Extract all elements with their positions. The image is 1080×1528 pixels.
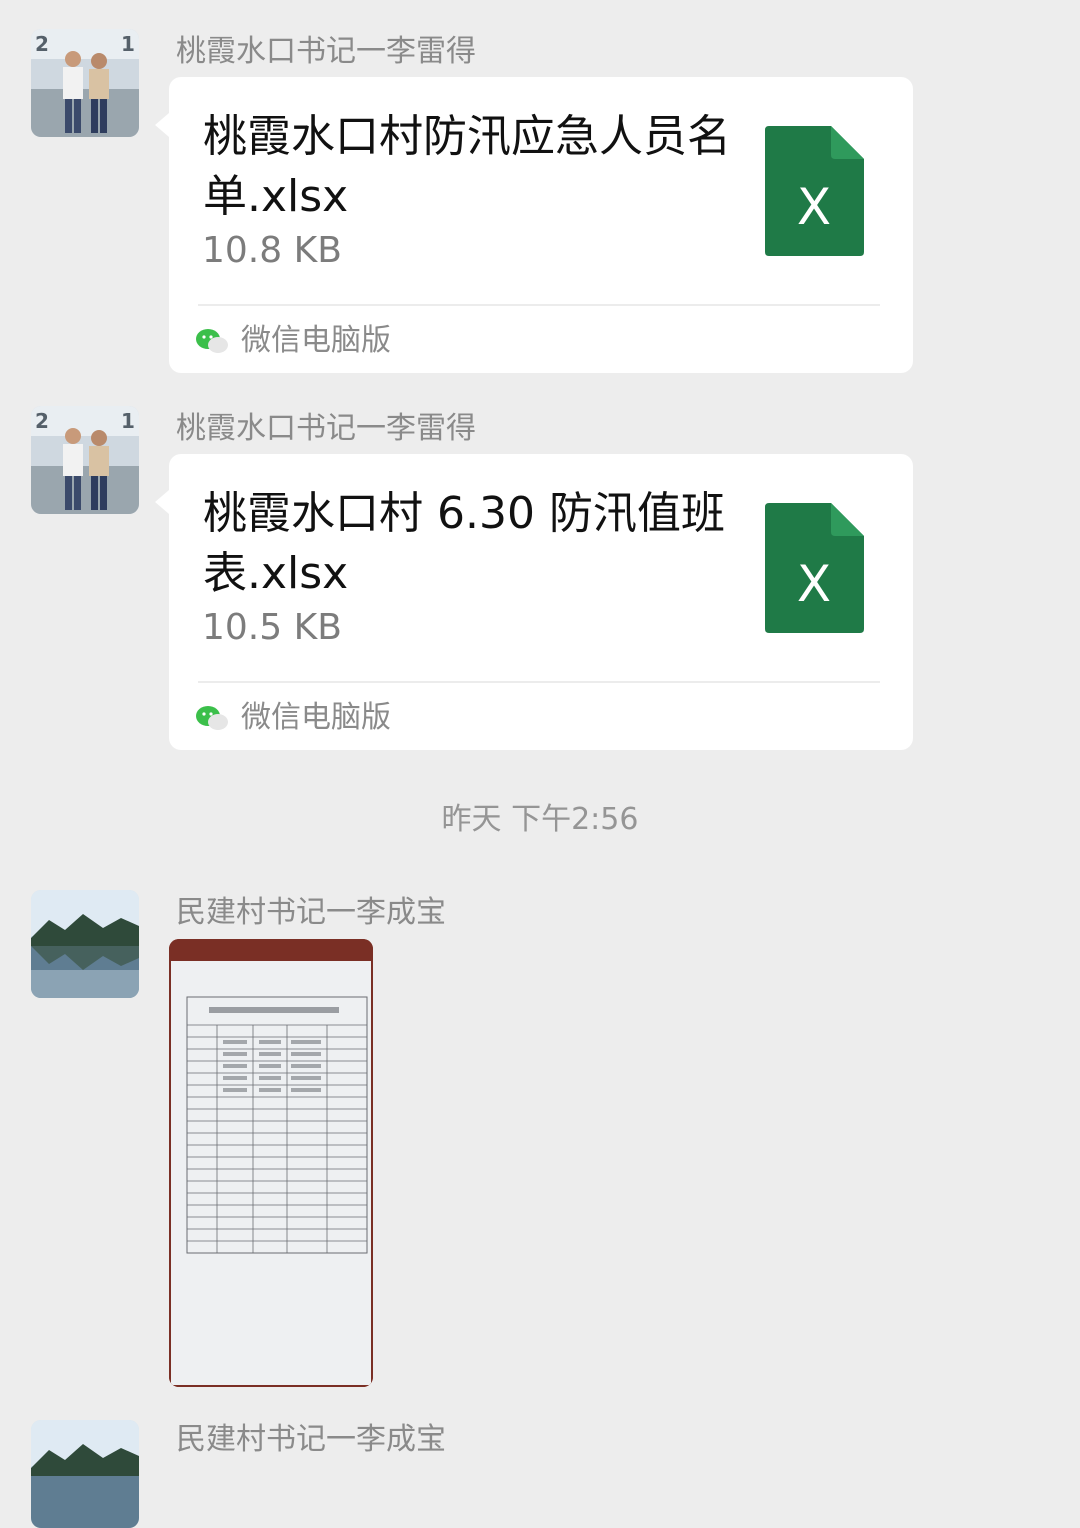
svg-text:1: 1 — [121, 32, 135, 56]
wechat-icon — [196, 706, 228, 730]
avatar-photo-couple: 2 1 — [31, 406, 139, 514]
source-row: 微信电脑版 — [195, 698, 391, 738]
file-attachment-card[interactable]: 桃霞水口村 6.30 防汛值班表.xlsx 10.5 KB X 微信电脑版 — [155, 454, 913, 750]
card-divider — [198, 304, 880, 306]
sender-avatar[interactable]: 2 1 — [31, 406, 139, 514]
svg-text:2: 2 — [35, 32, 49, 56]
avatar-photo-lake — [31, 1420, 139, 1528]
chat-timestamp: 昨天 下午2:56 — [441, 802, 639, 837]
sender-name: 民建村书记一李成宝 — [176, 1422, 446, 1457]
file-name: 桃霞水口村防汛应急人员名单.xlsx — [203, 111, 731, 222]
excel-icon: X — [765, 126, 864, 256]
excel-icon-letter: X — [797, 178, 831, 236]
sender-avatar[interactable] — [31, 890, 139, 998]
source-row: 微信电脑版 — [195, 321, 391, 361]
source-label: 微信电脑版 — [241, 700, 391, 735]
file-size: 10.8 KB — [202, 230, 342, 271]
card-divider — [198, 681, 880, 683]
file-size: 10.5 KB — [202, 607, 342, 648]
file-attachment-card[interactable]: 桃霞水口村防汛应急人员名单.xlsx 10.8 KB X 微信电脑版 — [155, 77, 913, 373]
avatar-photo-lake — [31, 890, 139, 998]
sender-avatar[interactable] — [31, 1420, 139, 1528]
excel-icon: X — [765, 503, 864, 633]
svg-text:1: 1 — [121, 409, 135, 433]
sender-name: 桃霞水口书记一李雷得 — [176, 411, 476, 446]
sender-avatar[interactable]: 2 1 — [31, 29, 139, 137]
file-name: 桃霞水口村 6.30 防汛值班表.xlsx — [203, 488, 725, 599]
sender-name: 桃霞水口书记一李雷得 — [176, 34, 476, 69]
excel-icon-letter: X — [797, 555, 831, 613]
image-message[interactable] — [169, 939, 373, 1387]
avatar-photo-couple: 2 1 — [31, 29, 139, 137]
source-label: 微信电脑版 — [241, 323, 391, 358]
sender-name: 民建村书记一李成宝 — [176, 895, 446, 930]
photo-document-table — [169, 939, 373, 1387]
wechat-icon — [196, 329, 228, 353]
svg-text:2: 2 — [35, 409, 49, 433]
